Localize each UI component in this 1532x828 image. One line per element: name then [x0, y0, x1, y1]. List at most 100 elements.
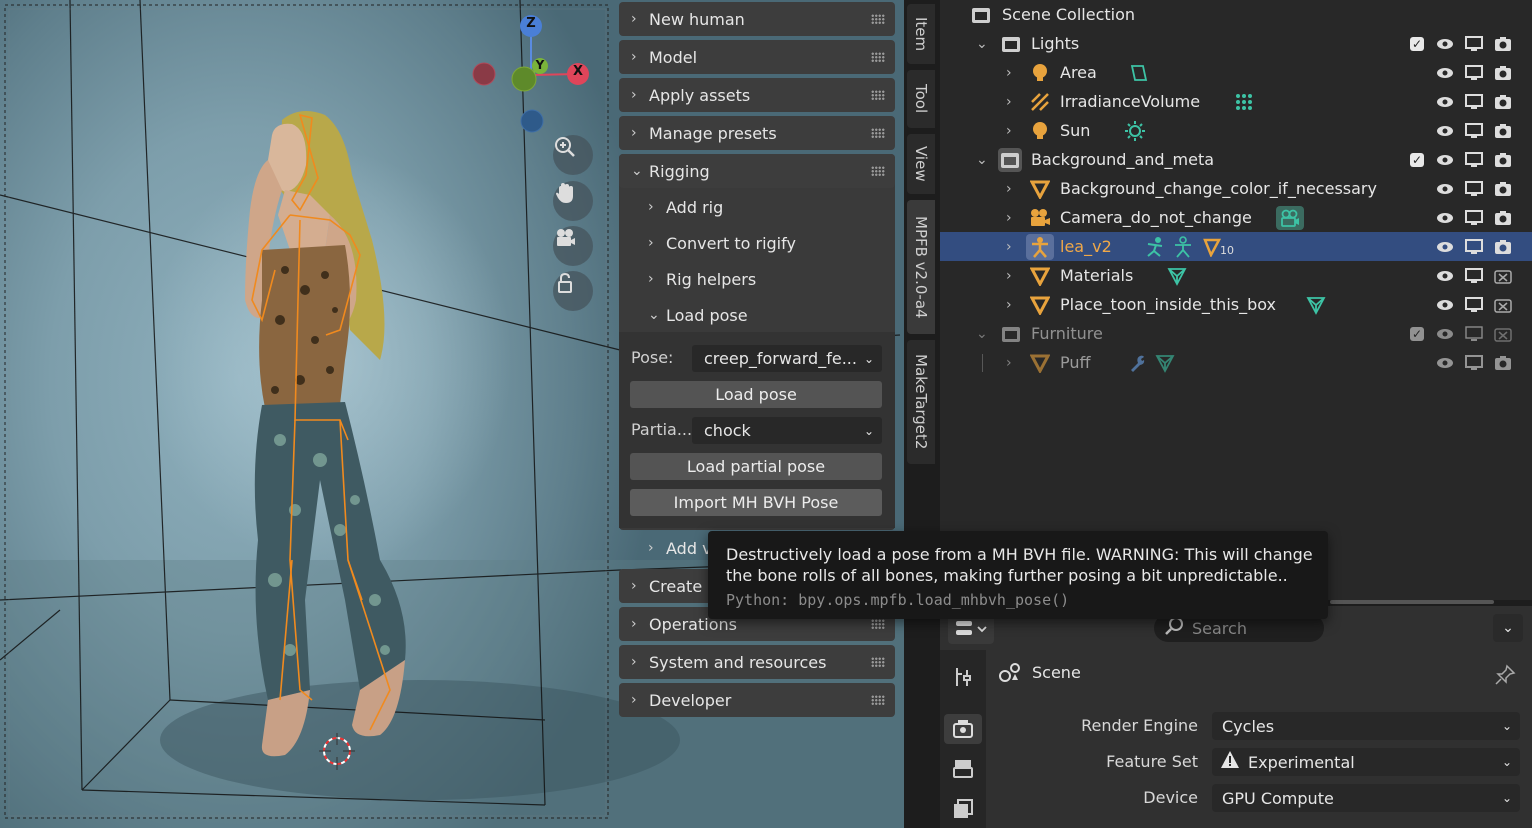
outliner-row-irradiance[interactable]: › IrradianceVolume [940, 87, 1532, 116]
camera-render-icon[interactable] [1494, 180, 1512, 198]
outliner-row-camera[interactable]: › Camera_do_not_change [940, 203, 1532, 232]
section-developer[interactable]: › Developer [619, 683, 895, 717]
chevron-right-icon[interactable]: › [1006, 181, 1012, 197]
drag-grip-icon[interactable] [871, 166, 885, 176]
outliner-row-materials[interactable]: › Materials [940, 261, 1532, 290]
view-layer-icon[interactable] [952, 798, 974, 820]
area-light-data-icon[interactable] [1128, 62, 1150, 84]
partial-pose-select[interactable]: chock ⌄ [692, 417, 882, 444]
pan-hand-icon[interactable] [553, 181, 593, 221]
eye-icon[interactable] [1436, 296, 1454, 314]
chevron-right-icon[interactable]: › [1006, 65, 1012, 81]
eye-icon[interactable] [1436, 354, 1454, 372]
gizmo-x-label[interactable]: X [571, 64, 585, 79]
eye-icon[interactable] [1436, 122, 1454, 140]
chevron-right-icon[interactable]: › [1006, 123, 1012, 139]
monitor-icon[interactable] [1465, 354, 1483, 372]
feature-set-select[interactable]: Experimental ⌄ [1212, 748, 1520, 776]
sun-icon[interactable] [1124, 120, 1146, 142]
monitor-icon[interactable] [1465, 238, 1483, 256]
subsection-add-rig[interactable]: › Add rig [648, 192, 723, 222]
render-properties-icon[interactable] [952, 718, 974, 740]
eye-icon[interactable] [1436, 35, 1454, 53]
mesh-data-icon[interactable] [1305, 294, 1327, 316]
eye-icon[interactable] [1436, 93, 1454, 111]
eye-icon[interactable] [1436, 151, 1454, 169]
eye-icon[interactable] [1436, 325, 1454, 343]
eye-icon[interactable] [1436, 64, 1454, 82]
mesh-data-icon[interactable] [1166, 265, 1188, 287]
outliner-row-sun[interactable]: › Sun [940, 116, 1532, 145]
eye-icon[interactable] [1436, 238, 1454, 256]
eye-icon[interactable] [1436, 209, 1454, 227]
exclude-checkbox[interactable]: ✓ [1408, 35, 1426, 53]
chevron-down-icon[interactable]: ⌄ [976, 152, 988, 168]
outliner-row-lights[interactable]: ⌄ Lights ✓ [940, 29, 1532, 58]
camera-render-icon[interactable] [1494, 151, 1512, 169]
monitor-icon[interactable] [1465, 180, 1483, 198]
outliner-row-puff[interactable]: › Puff [940, 348, 1532, 377]
section-rigging[interactable]: ⌄ Rigging [619, 154, 895, 188]
load-pose-button[interactable]: Load pose [630, 381, 882, 408]
chevron-right-icon[interactable]: › [1006, 239, 1012, 255]
subsection-load-pose[interactable]: ⌄ Load pose [648, 300, 748, 330]
drag-grip-icon[interactable] [871, 52, 885, 62]
gizmo-y-label[interactable]: Y [533, 58, 547, 72]
camera-data-icon[interactable] [1276, 206, 1304, 230]
camera-view-icon[interactable] [553, 226, 593, 266]
monitor-icon[interactable] [1465, 267, 1483, 285]
section-model[interactable]: › Model [619, 40, 895, 74]
section-manage-presets[interactable]: › Manage presets [619, 116, 895, 150]
outliner-row-area[interactable]: › Area [940, 58, 1532, 87]
gizmo-z-label[interactable]: Z [524, 16, 538, 31]
output-properties-icon[interactable] [952, 758, 974, 780]
zoom-icon[interactable] [553, 135, 593, 175]
outliner-row-lea-v2[interactable]: › lea_v2 10 [940, 232, 1532, 261]
monitor-icon[interactable] [1465, 35, 1483, 53]
tab-view[interactable]: View [907, 134, 935, 194]
camera-render-icon[interactable] [1494, 122, 1512, 140]
pin-icon[interactable] [1494, 664, 1516, 690]
camera-render-icon[interactable] [1494, 354, 1512, 372]
outliner-row-background-meta[interactable]: ⌄ Background_and_meta ✓ [940, 145, 1532, 174]
subsection-add-v[interactable]: › Add v [648, 533, 712, 563]
device-select[interactable]: GPU Compute ⌄ [1212, 784, 1520, 812]
drag-grip-icon[interactable] [871, 657, 885, 667]
camera-render-icon[interactable] [1494, 93, 1512, 111]
exclude-checkbox[interactable]: ✓ [1408, 325, 1426, 343]
monitor-icon[interactable] [1465, 93, 1483, 111]
subsection-rig-helpers[interactable]: › Rig helpers [648, 264, 756, 294]
monitor-icon[interactable] [1465, 296, 1483, 314]
drag-grip-icon[interactable] [871, 128, 885, 138]
tool-settings-icon[interactable] [952, 666, 974, 688]
camera-render-icon[interactable] [1494, 64, 1512, 82]
mesh-data-icon[interactable] [1154, 352, 1176, 374]
outliner-row-furniture[interactable]: ⌄ Furniture ✓ [940, 319, 1532, 348]
pose-icon[interactable] [1144, 236, 1166, 258]
section-apply-assets[interactable]: › Apply assets [619, 78, 895, 112]
armature-data-icon[interactable] [1172, 235, 1194, 258]
monitor-icon[interactable] [1465, 151, 1483, 169]
chevron-right-icon[interactable]: › [1006, 94, 1012, 110]
wrench-modifier-icon[interactable] [1126, 352, 1148, 374]
camera-render-icon[interactable] [1494, 209, 1512, 227]
pose-select[interactable]: creep_forward_fe... ⌄ [692, 345, 882, 372]
camera-render-icon[interactable] [1494, 238, 1512, 256]
tab-tool[interactable]: Tool [907, 70, 935, 128]
chevron-down-icon[interactable]: ⌄ [976, 36, 988, 52]
monitor-icon[interactable] [1465, 325, 1483, 343]
camera-render-icon[interactable] [1494, 35, 1512, 53]
render-engine-select[interactable]: Cycles ⌄ [1212, 712, 1520, 740]
camera-render-disabled-icon[interactable] [1494, 325, 1512, 343]
outliner-scene-collection[interactable]: Scene Collection [940, 0, 1532, 29]
monitor-icon[interactable] [1465, 64, 1483, 82]
exclude-checkbox[interactable]: ✓ [1408, 151, 1426, 169]
eye-icon[interactable] [1436, 180, 1454, 198]
outliner-row-place-toon[interactable]: › Place_toon_inside_this_box [940, 290, 1532, 319]
monitor-icon[interactable] [1465, 209, 1483, 227]
tab-item[interactable]: Item [907, 4, 935, 64]
chevron-right-icon[interactable]: › [1006, 355, 1012, 371]
camera-render-disabled-icon[interactable] [1494, 267, 1512, 285]
camera-render-disabled-icon[interactable] [1494, 296, 1512, 314]
eye-icon[interactable] [1436, 267, 1454, 285]
